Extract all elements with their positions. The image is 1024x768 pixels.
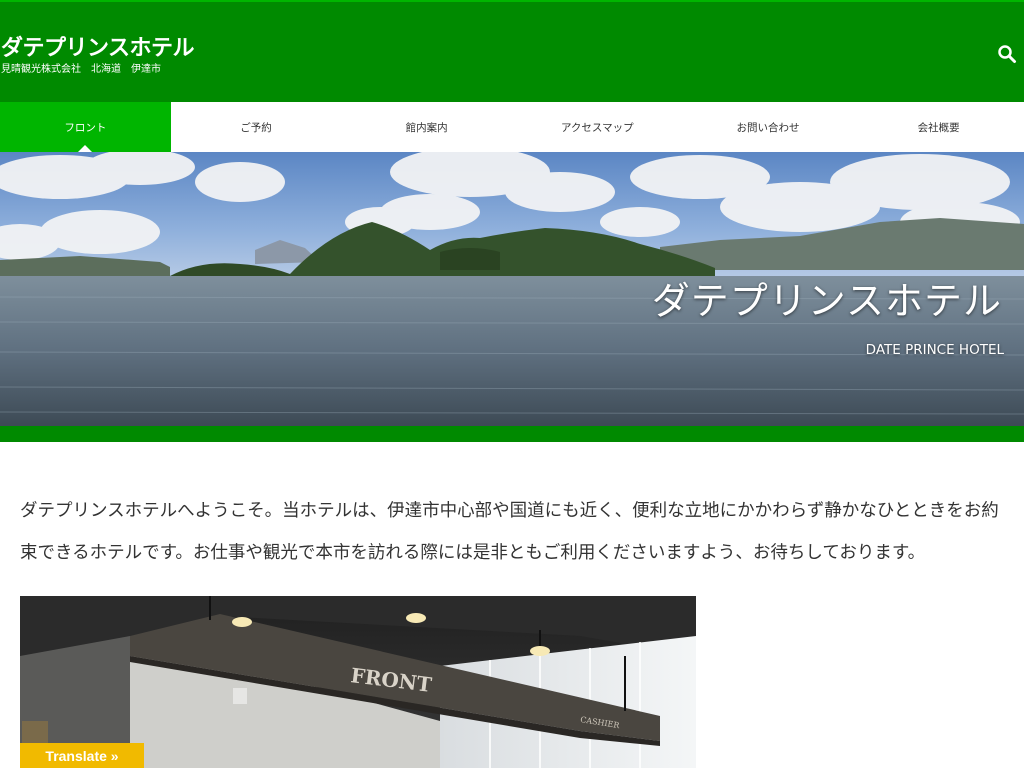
site-title[interactable]: ダテプリンスホテル [1,30,195,62]
hero-title: ダテプリンスホテル [651,279,1002,323]
nav-item-contact[interactable]: お問い合わせ [683,102,854,152]
site-header: ダテプリンスホテル 見晴観光株式会社 北海道 伊達市 [0,0,1024,102]
nav-item-facility-guide[interactable]: 館内案内 [341,102,512,152]
hero-subtitle: DATE PRINCE HOTEL [865,342,1004,358]
search-icon[interactable] [997,44,1017,64]
main-nav: フロント ご予約 館内案内 アクセスマップ お問い合わせ 会社概要 [0,102,1024,152]
intro-text: ダテプリンスホテルへようこそ。当ホテルは、伊達市中心部や国道にも近く、便利な立地… [20,501,999,563]
site-tagline: 見晴観光株式会社 北海道 伊達市 [1,64,161,75]
translate-button[interactable]: Translate » [20,743,144,768]
nav-item-reservation[interactable]: ご予約 [171,102,342,152]
hero-banner: ダテプリンスホテル DATE PRINCE HOTEL [0,152,1024,426]
hero-bottom-band [0,426,1024,442]
nav-item-access-map[interactable]: アクセスマップ [512,102,683,152]
nav-item-front[interactable]: フロント [0,102,171,152]
nav-item-company[interactable]: 会社概要 [853,102,1024,152]
